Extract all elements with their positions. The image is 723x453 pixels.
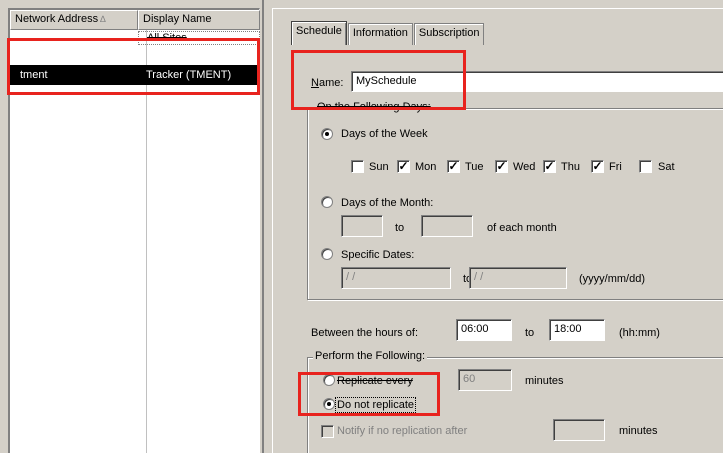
end-time-input[interactable]: 18:00	[549, 319, 605, 341]
between-hours-label: Between the hours of:	[311, 327, 419, 339]
mon-checkbox[interactable]: ✓	[397, 160, 410, 173]
notify-checkbox[interactable]	[321, 425, 334, 438]
notify-minutes-label: minutes	[619, 425, 658, 437]
tab-information[interactable]: Information	[347, 23, 413, 45]
date-from-input[interactable]: / /	[341, 267, 451, 289]
fri-label: Fri	[609, 161, 622, 173]
replicate-minutes-input[interactable]: 60	[458, 369, 512, 391]
minutes-label: minutes	[525, 375, 564, 387]
wed-label: Wed	[513, 161, 536, 173]
specific-dates-label: Specific Dates:	[341, 249, 415, 261]
thu-checkbox[interactable]: ✓	[543, 160, 556, 173]
each-month-label: of each month	[487, 222, 557, 234]
month-day-to-input[interactable]	[421, 215, 473, 237]
highlight-selected-site	[7, 38, 260, 95]
highlight-do-not-replicate	[298, 372, 440, 416]
tue-checkbox[interactable]: ✓	[447, 160, 460, 173]
month-day-from-input[interactable]	[341, 215, 383, 237]
notify-minutes-input[interactable]	[553, 419, 605, 441]
days-of-month-label: Days of the Month:	[341, 197, 434, 209]
days-of-month-radio[interactable]	[321, 196, 333, 208]
tab-schedule[interactable]: Schedule	[291, 21, 347, 45]
days-of-week-label: Days of the Week	[341, 128, 428, 140]
list-header: Network Address ∆ Display Name	[10, 10, 260, 30]
notify-label: Notify if no replication after	[337, 425, 468, 437]
tab-subscription[interactable]: Subscription	[413, 23, 485, 45]
tab-strip: Schedule Information Subscription	[291, 21, 485, 45]
specific-dates-radio[interactable]	[321, 248, 333, 260]
tue-label: Tue	[465, 161, 484, 173]
sat-checkbox[interactable]	[639, 160, 652, 173]
wed-checkbox[interactable]: ✓	[495, 160, 508, 173]
start-time-input[interactable]: 06:00	[456, 319, 512, 341]
days-of-week-radio[interactable]	[321, 128, 333, 140]
mon-label: Mon	[415, 161, 437, 173]
perform-group-title: Perform the Following:	[313, 350, 428, 362]
sun-checkbox[interactable]	[351, 160, 364, 173]
highlight-name-field	[291, 50, 466, 110]
column-header-display-name[interactable]: Display Name	[138, 10, 260, 30]
to-label: to	[395, 222, 405, 234]
sun-label: Sun	[369, 161, 389, 173]
thu-label: Thu	[561, 161, 580, 173]
sort-ascending-icon: ∆	[100, 14, 106, 24]
to-label: to	[525, 327, 535, 339]
column-label: Display Name	[143, 13, 212, 25]
date-to-input[interactable]: / /	[469, 267, 567, 289]
column-header-network-address[interactable]: Network Address ∆	[10, 10, 138, 30]
time-format-label: (hh:mm)	[619, 327, 660, 339]
column-label: Network Address	[15, 13, 99, 25]
fri-checkbox[interactable]: ✓	[591, 160, 604, 173]
date-format-label: (yyyy/mm/dd)	[579, 273, 645, 285]
sat-label: Sat	[658, 161, 675, 173]
